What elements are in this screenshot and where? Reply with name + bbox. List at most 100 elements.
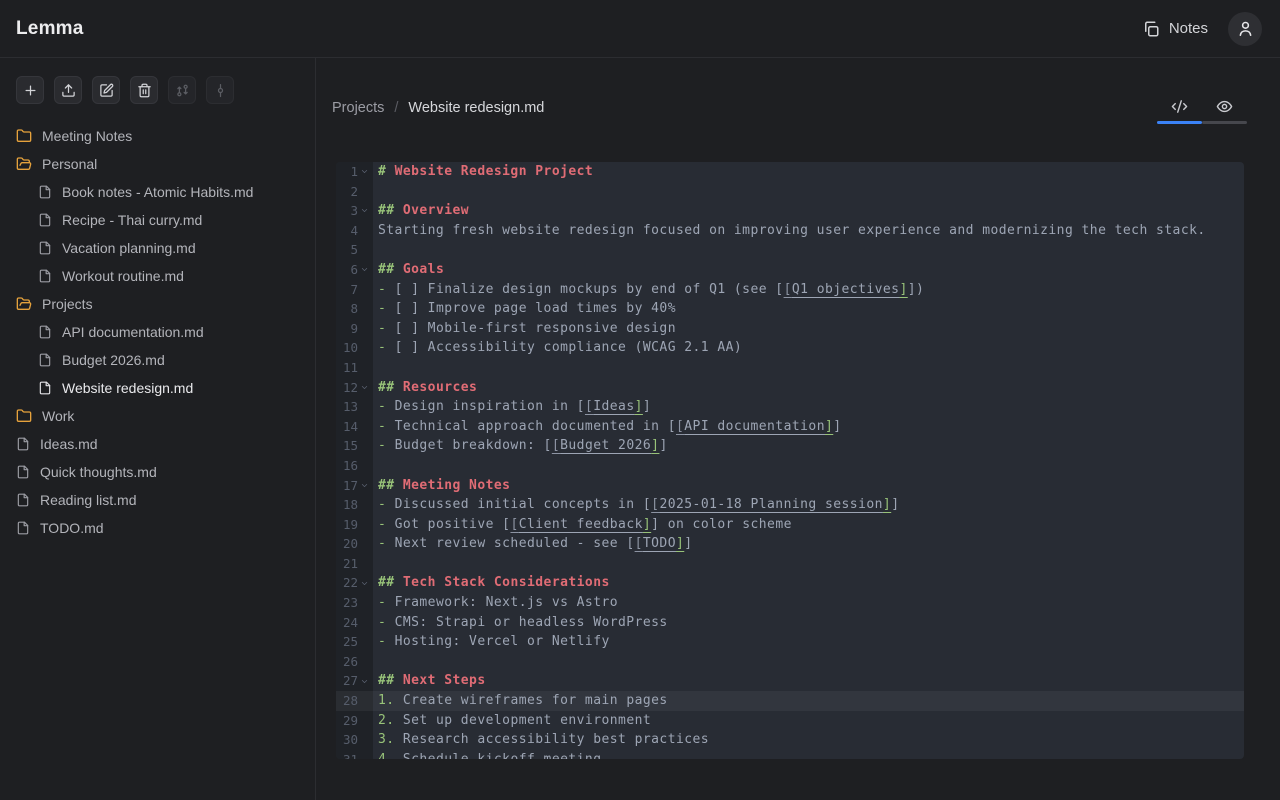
code-line-content[interactable]: ## Overview — [373, 201, 469, 221]
sidebar-file-book-notes-atomic-habits-md[interactable]: Book notes - Atomic Habits.md — [0, 178, 315, 206]
new-note-button[interactable] — [16, 76, 44, 104]
code-line-content[interactable]: - Framework: Next.js vs Astro — [373, 593, 618, 613]
code-line-content[interactable]: Starting fresh website redesign focused … — [373, 221, 1206, 241]
wikilink-api-documentation[interactable]: API documentation — [684, 419, 825, 434]
code-line-content[interactable] — [373, 182, 378, 202]
code-line-content[interactable] — [373, 554, 378, 574]
code-line-content[interactable]: - Design inspiration in [[Ideas]] — [373, 397, 651, 417]
fold-chevron-down-icon[interactable] — [358, 166, 370, 178]
code-line-content[interactable] — [373, 240, 378, 260]
code-line-content[interactable]: - Next review scheduled - see [[TODO]] — [373, 534, 693, 554]
editor-line-2[interactable]: 2 — [336, 182, 1244, 202]
editor-line-11[interactable]: 11 — [336, 358, 1244, 378]
editor-line-23[interactable]: 23- Framework: Next.js vs Astro — [336, 593, 1244, 613]
sidebar-file-vacation-planning-md[interactable]: Vacation planning.md — [0, 234, 315, 262]
editor-line-14[interactable]: 14- Technical approach documented in [[A… — [336, 417, 1244, 437]
sidebar-file-reading-list-md[interactable]: Reading list.md — [0, 486, 315, 514]
editor-line-9[interactable]: 9- [ ] Mobile-first responsive design — [336, 319, 1244, 339]
code-line-content[interactable]: - Discussed initial concepts in [[2025-0… — [373, 495, 899, 515]
sidebar-file-quick-thoughts-md[interactable]: Quick thoughts.md — [0, 458, 315, 486]
sidebar-file-ideas-md[interactable]: Ideas.md — [0, 430, 315, 458]
code-line-content[interactable]: 1. Create wireframes for main pages — [373, 691, 668, 711]
editor-line-3[interactable]: 3## Overview — [336, 201, 1244, 221]
fold-chevron-down-icon[interactable] — [358, 479, 370, 491]
code-line-content[interactable]: 4. Schedule kickoff meeting — [373, 750, 601, 759]
wikilink-client-feedback[interactable]: Client feedback — [519, 517, 643, 532]
sidebar-folder-work[interactable]: Work — [0, 402, 315, 430]
editor-line-15[interactable]: 15- Budget breakdown: [[Budget 2026]] — [336, 436, 1244, 456]
code-line-content[interactable]: # Website Redesign Project — [373, 162, 593, 182]
editor-line-10[interactable]: 10- [ ] Accessibility compliance (WCAG 2… — [336, 338, 1244, 358]
editor-line-18[interactable]: 18- Discussed initial concepts in [[2025… — [336, 495, 1244, 515]
editor-line-21[interactable]: 21 — [336, 554, 1244, 574]
editor-line-25[interactable]: 25- Hosting: Vercel or Netlify — [336, 632, 1244, 652]
edit-note-button[interactable] — [92, 76, 120, 104]
editor-line-28[interactable]: 281. Create wireframes for main pages — [336, 691, 1244, 711]
code-line-content[interactable]: - Budget breakdown: [[Budget 2026]] — [373, 436, 668, 456]
code-line-content[interactable]: 3. Research accessibility best practices — [373, 730, 709, 750]
sidebar-file-todo-md[interactable]: TODO.md — [0, 514, 315, 542]
code-line-content[interactable]: ## Resources — [373, 378, 477, 398]
editor-line-30[interactable]: 303. Research accessibility best practic… — [336, 730, 1244, 750]
code-line-content[interactable]: 2. Set up development environment — [373, 711, 651, 731]
fold-chevron-down-icon[interactable] — [358, 675, 370, 687]
compare-notes-button[interactable] — [168, 76, 196, 104]
editor-line-5[interactable]: 5 — [336, 240, 1244, 260]
breadcrumb-parent[interactable]: Projects — [332, 100, 384, 116]
sidebar-file-workout-routine-md[interactable]: Workout routine.md — [0, 262, 315, 290]
code-line-content[interactable]: ## Tech Stack Considerations — [373, 573, 610, 593]
wikilink-2025-01-18-planning-session[interactable]: 2025-01-18 Planning session — [659, 497, 882, 512]
editor-line-19[interactable]: 19- Got positive [[Client feedback]] on … — [336, 515, 1244, 535]
upload-button[interactable] — [54, 76, 82, 104]
editor-line-6[interactable]: 6## Goals — [336, 260, 1244, 280]
fold-chevron-down-icon[interactable] — [358, 205, 370, 217]
editor-line-4[interactable]: 4Starting fresh website redesign focused… — [336, 221, 1244, 241]
tab-code-view[interactable] — [1157, 92, 1202, 121]
editor-line-20[interactable]: 20- Next review scheduled - see [[TODO]] — [336, 534, 1244, 554]
editor-line-7[interactable]: 7- [ ] Finalize design mockups by end of… — [336, 280, 1244, 300]
editor-line-22[interactable]: 22## Tech Stack Considerations — [336, 573, 1244, 593]
code-line-content[interactable]: - CMS: Strapi or headless WordPress — [373, 613, 668, 633]
sidebar-file-budget-2026-md[interactable]: Budget 2026.md — [0, 346, 315, 374]
avatar-button[interactable] — [1228, 12, 1262, 46]
commit-note-button[interactable] — [206, 76, 234, 104]
delete-note-button[interactable] — [130, 76, 158, 104]
editor-line-8[interactable]: 8- [ ] Improve page load times by 40% — [336, 299, 1244, 319]
code-line-content[interactable]: ## Goals — [373, 260, 444, 280]
editor-line-31[interactable]: 314. Schedule kickoff meeting — [336, 750, 1244, 759]
editor-line-16[interactable]: 16 — [336, 456, 1244, 476]
code-line-content[interactable]: - [ ] Improve page load times by 40% — [373, 299, 676, 319]
code-line-content[interactable]: - [ ] Finalize design mockups by end of … — [373, 280, 924, 300]
code-line-content[interactable] — [373, 652, 378, 672]
editor-line-24[interactable]: 24- CMS: Strapi or headless WordPress — [336, 613, 1244, 633]
sidebar-folder-projects[interactable]: Projects — [0, 290, 315, 318]
editor-line-26[interactable]: 26 — [336, 652, 1244, 672]
fold-chevron-down-icon[interactable] — [358, 264, 370, 276]
sidebar-file-api-documentation-md[interactable]: API documentation.md — [0, 318, 315, 346]
editor-line-13[interactable]: 13- Design inspiration in [[Ideas]] — [336, 397, 1244, 417]
sidebar-file-recipe-thai-curry-md[interactable]: Recipe - Thai curry.md — [0, 206, 315, 234]
wikilink-ideas[interactable]: Ideas — [593, 399, 634, 414]
sidebar-folder-personal[interactable]: Personal — [0, 150, 315, 178]
markdown-editor[interactable]: 1# Website Redesign Project23## Overview… — [336, 162, 1244, 759]
editor-line-17[interactable]: 17## Meeting Notes — [336, 476, 1244, 496]
code-line-content[interactable]: - Technical approach documented in [[API… — [373, 417, 842, 437]
notes-button[interactable]: Notes — [1142, 20, 1208, 38]
editor-line-1[interactable]: 1# Website Redesign Project — [336, 162, 1244, 182]
editor-line-29[interactable]: 292. Set up development environment — [336, 711, 1244, 731]
wikilink-q1-objectives[interactable]: Q1 objectives — [792, 282, 900, 297]
code-line-content[interactable]: - Hosting: Vercel or Netlify — [373, 632, 610, 652]
editor-line-12[interactable]: 12## Resources — [336, 378, 1244, 398]
code-line-content[interactable]: - Got positive [[Client feedback]] on co… — [373, 515, 792, 535]
code-line-content[interactable]: ## Next Steps — [373, 671, 486, 691]
fold-chevron-down-icon[interactable] — [358, 381, 370, 393]
sidebar-folder-meeting-notes[interactable]: Meeting Notes — [0, 122, 315, 150]
sidebar-file-website-redesign-md[interactable]: Website redesign.md — [0, 374, 315, 402]
wikilink-todo[interactable]: TODO — [643, 536, 676, 551]
fold-chevron-down-icon[interactable] — [358, 577, 370, 589]
code-line-content[interactable]: ## Meeting Notes — [373, 476, 510, 496]
wikilink-budget-2026[interactable]: Budget 2026 — [560, 438, 651, 453]
tab-preview-view[interactable] — [1202, 92, 1247, 121]
code-line-content[interactable] — [373, 456, 378, 476]
code-line-content[interactable]: - [ ] Mobile-first responsive design — [373, 319, 676, 339]
